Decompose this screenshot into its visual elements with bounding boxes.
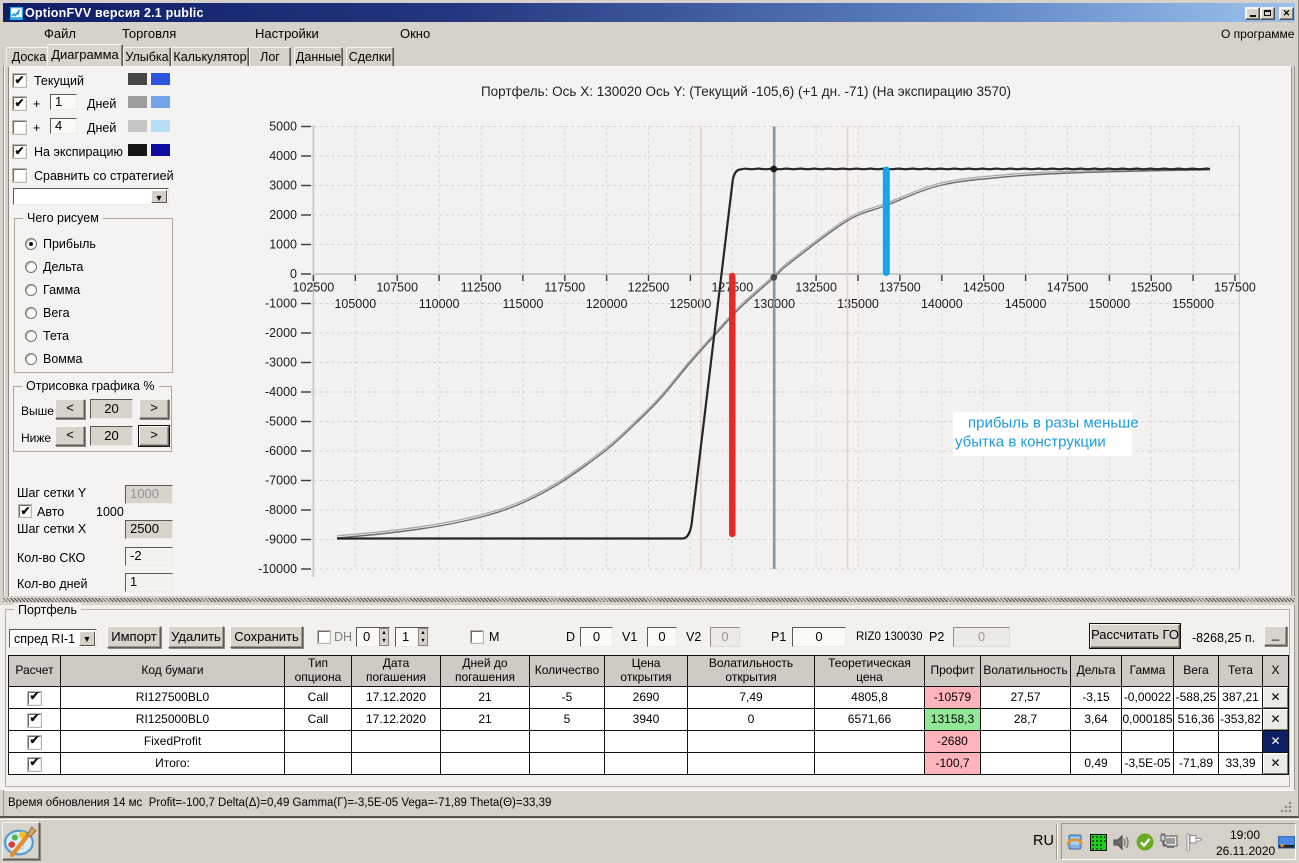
svg-text:-2000: -2000 [265, 326, 297, 340]
svg-text:112500: 112500 [461, 281, 502, 295]
svg-text:120000: 120000 [586, 297, 628, 311]
svg-text:115000: 115000 [503, 297, 544, 311]
svg-text:4000: 4000 [269, 149, 297, 163]
svg-text:157500: 157500 [1214, 281, 1256, 295]
svg-text:122500: 122500 [628, 281, 670, 295]
svg-text:1000: 1000 [269, 238, 297, 252]
svg-text:убытка в конструкции: убытка в конструкции [955, 434, 1106, 451]
svg-text:-8000: -8000 [265, 503, 297, 517]
svg-text:-4000: -4000 [265, 385, 297, 399]
svg-text:125000: 125000 [670, 297, 712, 311]
svg-text:-7000: -7000 [265, 474, 297, 488]
svg-text:0: 0 [290, 267, 297, 281]
svg-text:132500: 132500 [795, 281, 837, 295]
svg-text:-6000: -6000 [265, 444, 297, 458]
svg-text:5000: 5000 [269, 120, 297, 134]
svg-text:137500: 137500 [879, 281, 921, 295]
svg-text:102500: 102500 [293, 281, 335, 295]
svg-text:147500: 147500 [1047, 281, 1089, 295]
svg-text:110000: 110000 [419, 297, 460, 311]
svg-text:135000: 135000 [837, 297, 879, 311]
svg-text:145000: 145000 [1005, 297, 1047, 311]
svg-text:150000: 150000 [1089, 297, 1131, 311]
svg-text:155000: 155000 [1172, 297, 1214, 311]
svg-text:2000: 2000 [269, 208, 297, 222]
svg-text:105000: 105000 [334, 297, 376, 311]
svg-text:-5000: -5000 [265, 415, 297, 429]
svg-text:-3000: -3000 [265, 356, 297, 370]
svg-text:3000: 3000 [269, 179, 297, 193]
svg-text:-1000: -1000 [265, 297, 297, 311]
svg-text:-9000: -9000 [265, 533, 297, 547]
svg-text:Портфель: Ось X: 130020 Ось Y:: Портфель: Ось X: 130020 Ось Y: (Текущий … [481, 84, 1011, 99]
svg-text:117500: 117500 [544, 281, 585, 295]
svg-text:107500: 107500 [376, 281, 418, 295]
svg-text:-10000: -10000 [258, 562, 297, 576]
svg-text:152500: 152500 [1130, 281, 1172, 295]
svg-text:140000: 140000 [921, 297, 963, 311]
svg-text:прибыль в разы меньше: прибыль в разы меньше [968, 415, 1139, 432]
svg-text:142500: 142500 [963, 281, 1005, 295]
